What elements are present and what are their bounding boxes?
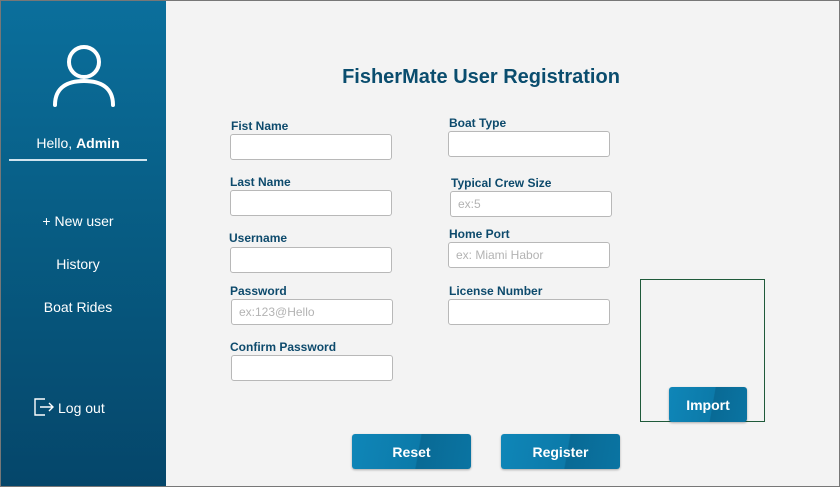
confirm-password-label: Confirm Password <box>230 340 337 354</box>
username-label: Username <box>229 231 288 245</box>
password-input[interactable] <box>231 299 393 325</box>
crew-size-input[interactable] <box>450 191 612 217</box>
sidebar-item-boat-rides[interactable]: Boat Rides <box>1 299 155 315</box>
home-port-input[interactable] <box>448 242 610 268</box>
license-number-label: License Number <box>449 284 543 298</box>
confirm-password-input[interactable] <box>231 355 393 381</box>
first-name-input[interactable] <box>230 134 392 160</box>
sidebar-item-new-user[interactable]: + New user <box>1 213 155 229</box>
boat-type-label: Boat Type <box>449 116 507 130</box>
logout-label: Log out <box>58 400 105 416</box>
user-name: Admin <box>76 135 120 151</box>
last-name-input[interactable] <box>230 190 392 216</box>
greeting: Hello, Admin <box>9 135 147 161</box>
registration-window: Hello, Admin + New user History Boat Rid… <box>0 0 840 487</box>
password-label: Password <box>230 284 287 298</box>
crew-size-label: Typical Crew Size <box>451 176 552 190</box>
first-name-label: Fist Name <box>231 119 289 133</box>
license-number-input[interactable] <box>448 299 610 325</box>
user-avatar-icon <box>53 45 115 107</box>
boat-type-input[interactable] <box>448 131 610 157</box>
register-button[interactable]: Register <box>501 434 620 469</box>
last-name-label: Last Name <box>230 175 291 189</box>
greeting-prefix: Hello, <box>36 135 73 151</box>
reset-button[interactable]: Reset <box>352 434 471 469</box>
logout-icon <box>34 398 54 416</box>
page-title: FisherMate User Registration <box>342 66 620 88</box>
username-input[interactable] <box>230 247 392 273</box>
import-button[interactable]: Import <box>669 387 747 422</box>
sidebar-item-history[interactable]: History <box>1 256 155 272</box>
home-port-label: Home Port <box>449 227 510 241</box>
sidebar: Hello, Admin + New user History Boat Rid… <box>1 1 166 486</box>
